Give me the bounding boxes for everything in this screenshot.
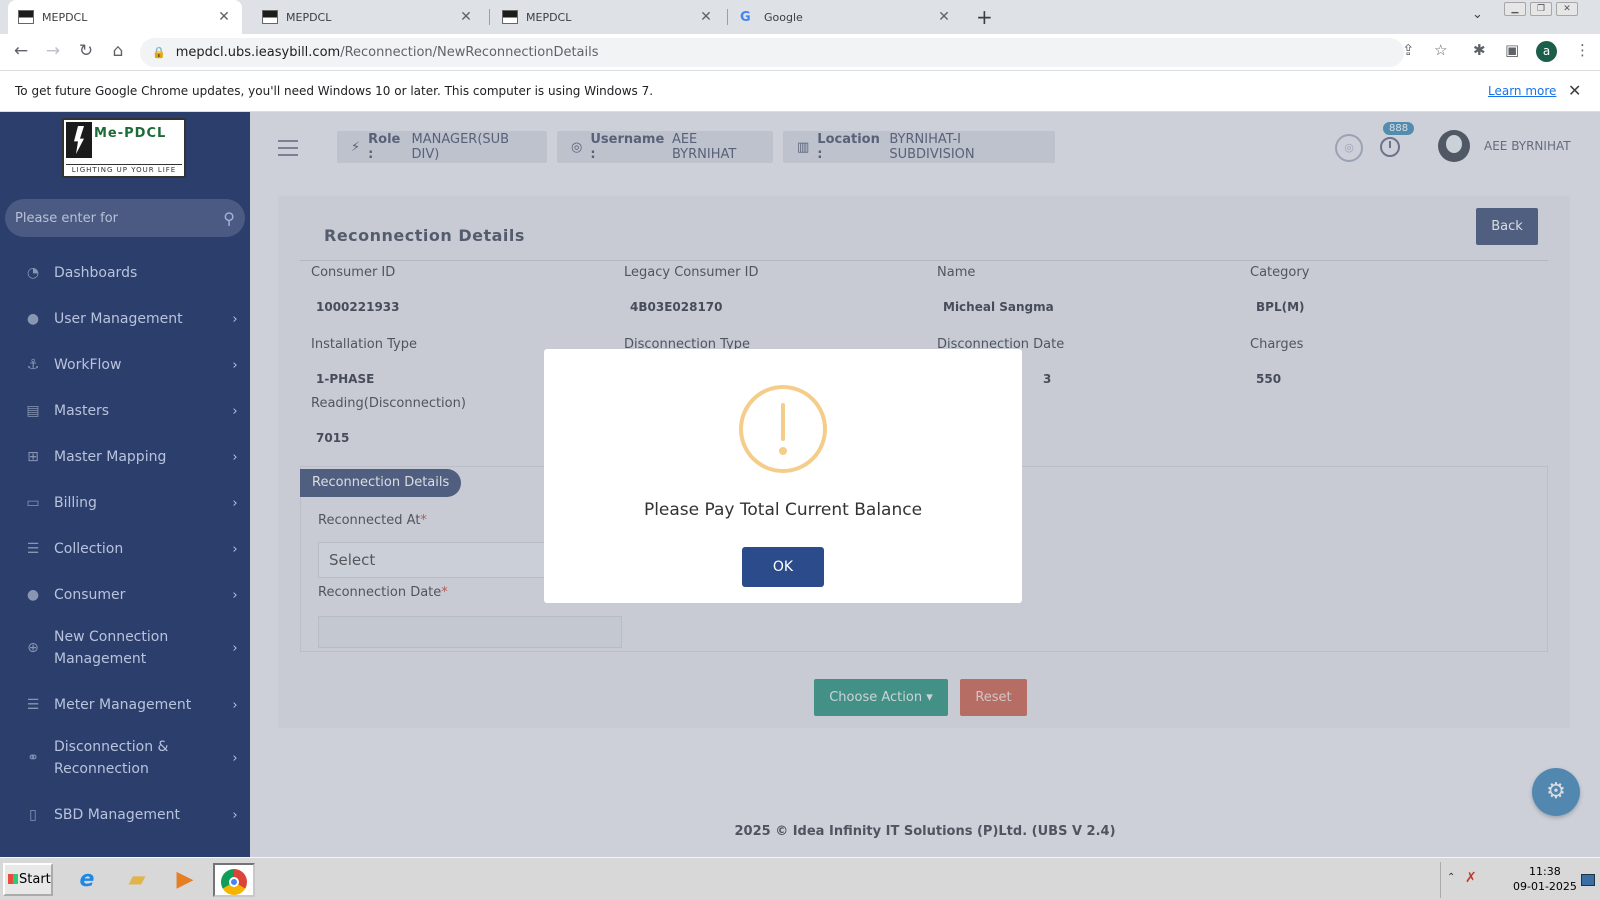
plus-circle-icon: ⊕	[27, 640, 39, 656]
file-explorer-folder-icon[interactable]: ▰	[116, 863, 158, 897]
sidebar-item-dashboards[interactable]: ◔ Dashboards	[0, 258, 250, 288]
start-button[interactable]: Start	[3, 863, 53, 896]
chevron-right-icon: ›	[232, 541, 238, 557]
browser-tab-strip: MEPDCL ✕ MEPDCL ✕ MEPDCL ✕ G Google ✕ + …	[0, 0, 1600, 34]
alert-dialog: Please Pay Total Current Balance OK	[544, 349, 1022, 603]
media-player-icon[interactable]: ▶	[164, 863, 206, 897]
browser-toolbar: ← → ↻ ⌂ 🔒 mepdcl.ubs.ieasybill.com/Recon…	[0, 34, 1600, 71]
chevron-right-icon: ›	[232, 697, 238, 713]
windows-taskbar: Start e ▰ ▶ ⌃ ✗ 11:38 09-01-2025	[0, 857, 1600, 900]
browser-tab[interactable]: MEPDCL ✕	[492, 0, 724, 34]
user-icon: ●	[26, 587, 40, 603]
sidebar-item-billing[interactable]: ▭ Billing ›	[0, 488, 250, 518]
list-icon: ☰	[26, 541, 40, 557]
mepdcl-favicon-icon	[18, 10, 34, 24]
chevron-right-icon: ›	[232, 311, 238, 327]
close-tab-icon[interactable]: ✕	[216, 9, 232, 25]
warning-exclamation-icon	[739, 385, 827, 473]
sidebar-item-meter-management[interactable]: ☰ Meter Management ›	[0, 690, 250, 720]
speaker-muted-icon[interactable]: ✗	[1465, 870, 1477, 886]
new-tab-icon[interactable]: +	[976, 5, 993, 29]
search-icon[interactable]: ⚲	[223, 209, 235, 228]
chrome-menu-icon[interactable]: ⋮	[1575, 41, 1590, 59]
ok-button[interactable]: OK	[742, 547, 824, 587]
chevron-right-icon: ›	[232, 449, 238, 465]
browser-tab[interactable]: G Google ✕	[730, 0, 962, 34]
sidebar-item-user-management[interactable]: ● User Management ›	[0, 304, 250, 334]
profile-avatar[interactable]: a	[1536, 41, 1557, 62]
tray-time[interactable]: 11:38	[1529, 865, 1561, 878]
extensions-puzzle-icon[interactable]: ✱	[1473, 41, 1486, 59]
forward-arrow-icon[interactable]: →	[42, 41, 64, 61]
dialog-message: Please Pay Total Current Balance	[643, 500, 923, 520]
close-window-icon[interactable]: ✕	[1556, 2, 1578, 16]
sidebar-item-collection[interactable]: ☰ Collection ›	[0, 534, 250, 564]
chrome-update-infobar: To get future Google Chrome updates, you…	[0, 71, 1600, 112]
chevron-right-icon: ›	[232, 495, 238, 511]
sidebar-search: ⚲	[5, 199, 245, 237]
back-arrow-icon[interactable]: ←	[10, 41, 32, 61]
url-path: /Reconnection/NewReconnectionDetails	[340, 45, 599, 60]
google-favicon-icon: G	[740, 10, 751, 25]
tab-separator	[727, 9, 728, 25]
share-icon[interactable]: ⇪	[1402, 41, 1415, 59]
sitemap-icon: ⊞	[27, 449, 39, 465]
list-icon: ☰	[26, 697, 40, 713]
sidebar-item-sbd-management[interactable]: ▯ SBD Management ›	[0, 800, 250, 830]
side-panel-icon[interactable]: ▣	[1505, 41, 1519, 59]
close-tab-icon[interactable]: ✕	[458, 9, 474, 25]
close-icon[interactable]: ✕	[1568, 81, 1581, 100]
show-desktop-icon[interactable]	[1581, 874, 1595, 886]
browser-tab[interactable]: MEPDCL ✕	[252, 0, 484, 34]
mepdcl-favicon-icon	[502, 10, 518, 24]
reload-icon[interactable]: ↻	[75, 41, 97, 61]
restore-window-icon[interactable]: ❐	[1530, 2, 1552, 16]
lock-icon: 🔒	[152, 46, 166, 59]
mepdcl-favicon-icon	[262, 10, 278, 24]
sidebar-item-workflow[interactable]: ⚓ WorkFlow ›	[0, 350, 250, 380]
browser-tab[interactable]: MEPDCL ✕	[8, 0, 242, 34]
close-tab-icon[interactable]: ✕	[936, 9, 952, 25]
anchor-icon: ⚓	[26, 357, 40, 373]
address-bar[interactable]: 🔒 mepdcl.ubs.ieasybill.com/Reconnection/…	[140, 38, 1404, 67]
home-icon[interactable]: ⌂	[107, 41, 129, 61]
chevron-right-icon: ›	[232, 807, 238, 823]
bookmark-star-icon[interactable]: ☆	[1434, 41, 1447, 59]
minimize-window-icon[interactable]: ▁	[1504, 2, 1526, 16]
sidebar-search-input[interactable]	[15, 210, 224, 226]
system-tray: ⌃ ✗ 11:38 09-01-2025	[1440, 862, 1600, 898]
tab-search-chevron-icon[interactable]: ⌄	[1472, 7, 1483, 22]
sidebar: Me-PDCL LIGHTING UP YOUR LIFE ⚲ ◔ Dashbo…	[0, 112, 250, 857]
link-icon: ⚭	[27, 750, 39, 766]
tray-date[interactable]: 09-01-2025	[1513, 880, 1577, 893]
mepdcl-logo[interactable]: Me-PDCL LIGHTING UP YOUR LIFE	[62, 118, 186, 178]
chevron-right-icon: ›	[232, 403, 238, 419]
box-icon: ▯	[29, 807, 37, 823]
sidebar-item-disconnection-reconnection[interactable]: ⚭ Disconnection & Reconnection ›	[0, 734, 250, 782]
close-tab-icon[interactable]: ✕	[698, 9, 714, 25]
sidebar-item-consumer[interactable]: ● Consumer ›	[0, 580, 250, 610]
chrome-taskbar-icon[interactable]	[213, 863, 255, 897]
url-host: mepdcl.ubs.ieasybill.com	[175, 45, 341, 60]
infobar-message: To get future Google Chrome updates, you…	[15, 84, 654, 98]
monitor-icon: ▭	[26, 495, 40, 511]
sidebar-item-new-connection-management[interactable]: ⊕ New Connection Management ›	[0, 624, 250, 672]
user-icon: ●	[26, 311, 40, 327]
sidebar-item-masters[interactable]: ▤ Masters ›	[0, 396, 250, 426]
chevron-right-icon: ›	[232, 587, 238, 603]
lightning-logo-icon	[66, 122, 92, 158]
sidebar-item-master-mapping[interactable]: ⊞ Master Mapping ›	[0, 442, 250, 472]
dashboard-icon: ◔	[26, 265, 40, 281]
chevron-right-icon: ›	[232, 357, 238, 373]
chevron-right-icon: ›	[232, 640, 238, 656]
internet-explorer-icon[interactable]: e	[66, 863, 108, 897]
learn-more-link[interactable]: Learn more	[1488, 84, 1556, 98]
chevron-right-icon: ›	[232, 750, 238, 766]
masters-icon: ▤	[26, 403, 40, 419]
tab-separator	[489, 9, 490, 25]
tray-expand-icon[interactable]: ⌃	[1447, 872, 1455, 883]
